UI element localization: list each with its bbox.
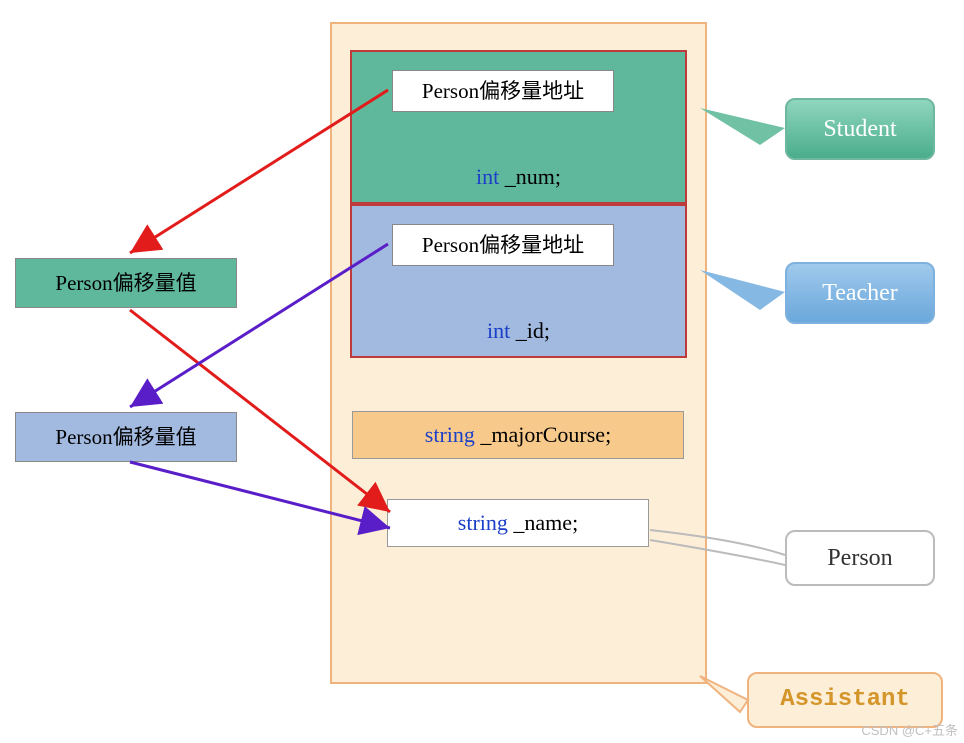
- callout-tail-assistant: [700, 676, 748, 712]
- teacher-offset-addr: Person偏移量地址: [392, 224, 614, 266]
- offset-value-box-student: Person偏移量值: [15, 258, 237, 308]
- type-keyword: string: [458, 510, 508, 535]
- watermark-text: CSDN @C+五条: [861, 723, 958, 738]
- name-member: string _name;: [387, 499, 649, 547]
- addr-text: Person偏移量地址: [422, 233, 584, 257]
- major-course-member: string _majorCourse;: [352, 411, 684, 459]
- teacher-label: Teacher: [785, 262, 935, 324]
- var-name: _num: [505, 164, 555, 189]
- watermark: CSDN @C+五条: [861, 720, 958, 739]
- callout-tail-teacher: [700, 270, 785, 310]
- semicolon: ;: [605, 422, 611, 447]
- semicolon: ;: [544, 318, 550, 343]
- assistant-object-layout: Person偏移量地址 int _num; Person偏移量地址 int _i…: [330, 22, 707, 684]
- addr-text: Person偏移量地址: [422, 79, 584, 103]
- label-text: Person: [827, 545, 892, 571]
- student-offset-addr: Person偏移量地址: [392, 70, 614, 112]
- var-name: _name: [513, 510, 572, 535]
- type-keyword: int: [487, 318, 510, 343]
- var-name: _majorCourse: [480, 422, 605, 447]
- offset-value-box-teacher: Person偏移量值: [15, 412, 237, 462]
- semicolon: ;: [572, 510, 578, 535]
- student-subobject: Person偏移量地址 int _num;: [350, 50, 687, 204]
- offset-value-text: Person偏移量值: [55, 271, 196, 295]
- type-keyword: int: [476, 164, 499, 189]
- var-name: _id: [516, 318, 544, 343]
- person-label: Person: [785, 530, 935, 586]
- teacher-member: int _id;: [352, 318, 685, 344]
- student-label: Student: [785, 98, 935, 160]
- offset-value-text: Person偏移量值: [55, 425, 196, 449]
- label-text: Student: [823, 116, 896, 142]
- callout-tail-student: [700, 108, 785, 145]
- label-text: Assistant: [780, 686, 910, 713]
- teacher-subobject: Person偏移量地址 int _id;: [350, 204, 687, 358]
- student-member: int _num;: [352, 164, 685, 190]
- label-text: Teacher: [822, 280, 898, 306]
- semicolon: ;: [555, 164, 561, 189]
- type-keyword: string: [425, 422, 475, 447]
